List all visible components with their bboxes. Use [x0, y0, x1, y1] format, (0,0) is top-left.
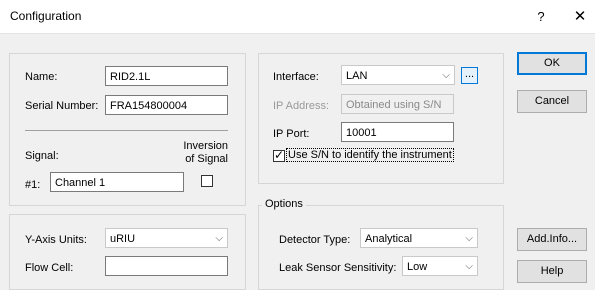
inversion-label-2: of Signal [185, 153, 228, 165]
flow-cell-label: Flow Cell: [25, 262, 74, 274]
window-title: Configuration [10, 9, 82, 23]
detector-type-value: Analytical [365, 233, 413, 245]
inversion-checkbox[interactable] [201, 175, 213, 187]
interface-value: LAN [346, 70, 368, 82]
serial-number-label: Serial Number: [25, 100, 99, 112]
options-group-label: Options [262, 198, 306, 210]
title-bar [0, 0, 595, 34]
leak-sensor-value: Low [407, 261, 428, 273]
ip-port-label: IP Port: [273, 128, 310, 140]
channel-input[interactable]: Channel 1 [50, 172, 184, 192]
detector-type-label: Detector Type: [279, 234, 351, 246]
inversion-label-1: Inversion [183, 140, 228, 152]
chevron-down-icon: ⌵ [465, 233, 473, 244]
chevron-down-icon: ⌵ [215, 233, 223, 244]
ip-address-label: IP Address: [273, 100, 330, 112]
leak-sensor-select[interactable]: Low ⌵ [402, 256, 478, 276]
detector-type-select[interactable]: Analytical ⌵ [360, 228, 478, 248]
units-group [9, 214, 246, 290]
ip-port-input[interactable]: 10001 [341, 122, 454, 142]
separator [25, 130, 228, 131]
interface-label: Interface: [273, 71, 319, 83]
use-sn-label[interactable]: Use S/N to identify the instrument [286, 148, 454, 162]
flow-cell-input[interactable] [105, 256, 228, 276]
name-label: Name: [25, 71, 58, 83]
use-sn-checkbox[interactable]: ✓ [273, 148, 285, 162]
close-button[interactable]: ✕ [567, 6, 593, 28]
chevron-down-icon: ⌵ [465, 261, 473, 272]
name-input[interactable]: RID2.1L [105, 66, 228, 86]
context-help-button[interactable]: ? [528, 6, 554, 28]
y-axis-units-label: Y-Axis Units: [25, 234, 87, 246]
y-axis-units-select[interactable]: uRIU ⌵ [105, 228, 228, 248]
checkmark-icon: ✓ [274, 148, 285, 162]
ip-address-input[interactable]: Obtained using S/N [341, 94, 454, 114]
add-info-button[interactable]: Add.Info... [517, 228, 587, 251]
channel-number-label: #1: [25, 179, 41, 191]
cancel-button[interactable]: Cancel [517, 90, 587, 113]
ok-button[interactable]: OK [517, 52, 587, 75]
y-axis-units-value: uRIU [110, 233, 136, 245]
leak-sensor-label: Leak Sensor Sensitivity: [279, 262, 397, 274]
help-button[interactable]: Help [517, 260, 587, 283]
interface-settings-button[interactable]: ... [461, 67, 478, 84]
serial-number-input[interactable]: FRA154800004 [105, 95, 228, 115]
signal-label: Signal: [25, 150, 59, 162]
interface-select[interactable]: LAN ⌵ [341, 65, 455, 85]
chevron-down-icon: ⌵ [442, 70, 450, 81]
